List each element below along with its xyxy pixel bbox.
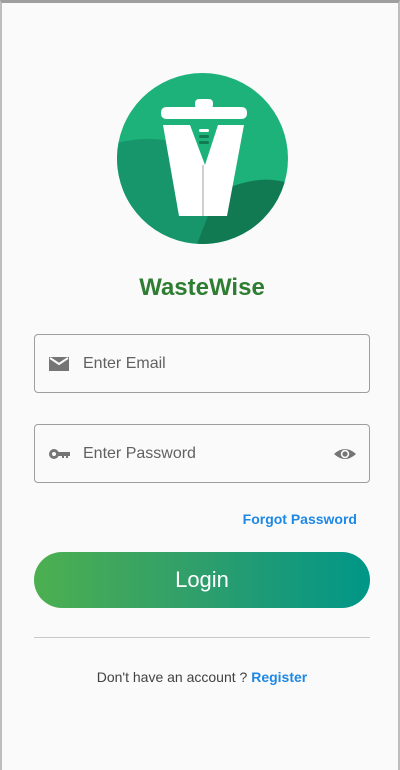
email-input[interactable] — [83, 335, 323, 392]
password-input[interactable] — [83, 425, 323, 482]
forgot-password-link[interactable]: Forgot Password — [243, 511, 357, 527]
password-field[interactable] — [34, 424, 370, 483]
register-link[interactable]: Register — [251, 669, 307, 685]
email-field[interactable] — [34, 334, 370, 393]
signup-prompt-text: Don't have an account ? — [96, 669, 248, 685]
recycling-bin-logo — [117, 73, 288, 244]
app-screen: WasteWise Forgot Password Login Don't ha… — [0, 0, 400, 770]
divider — [34, 637, 370, 638]
login-button[interactable]: Login — [34, 552, 370, 608]
mail-icon — [49, 357, 69, 371]
signup-prompt: Don't have an account ? Register — [2, 669, 400, 685]
app-title: WasteWise — [139, 274, 265, 301]
key-icon — [49, 449, 70, 459]
eye-icon[interactable] — [333, 442, 357, 466]
